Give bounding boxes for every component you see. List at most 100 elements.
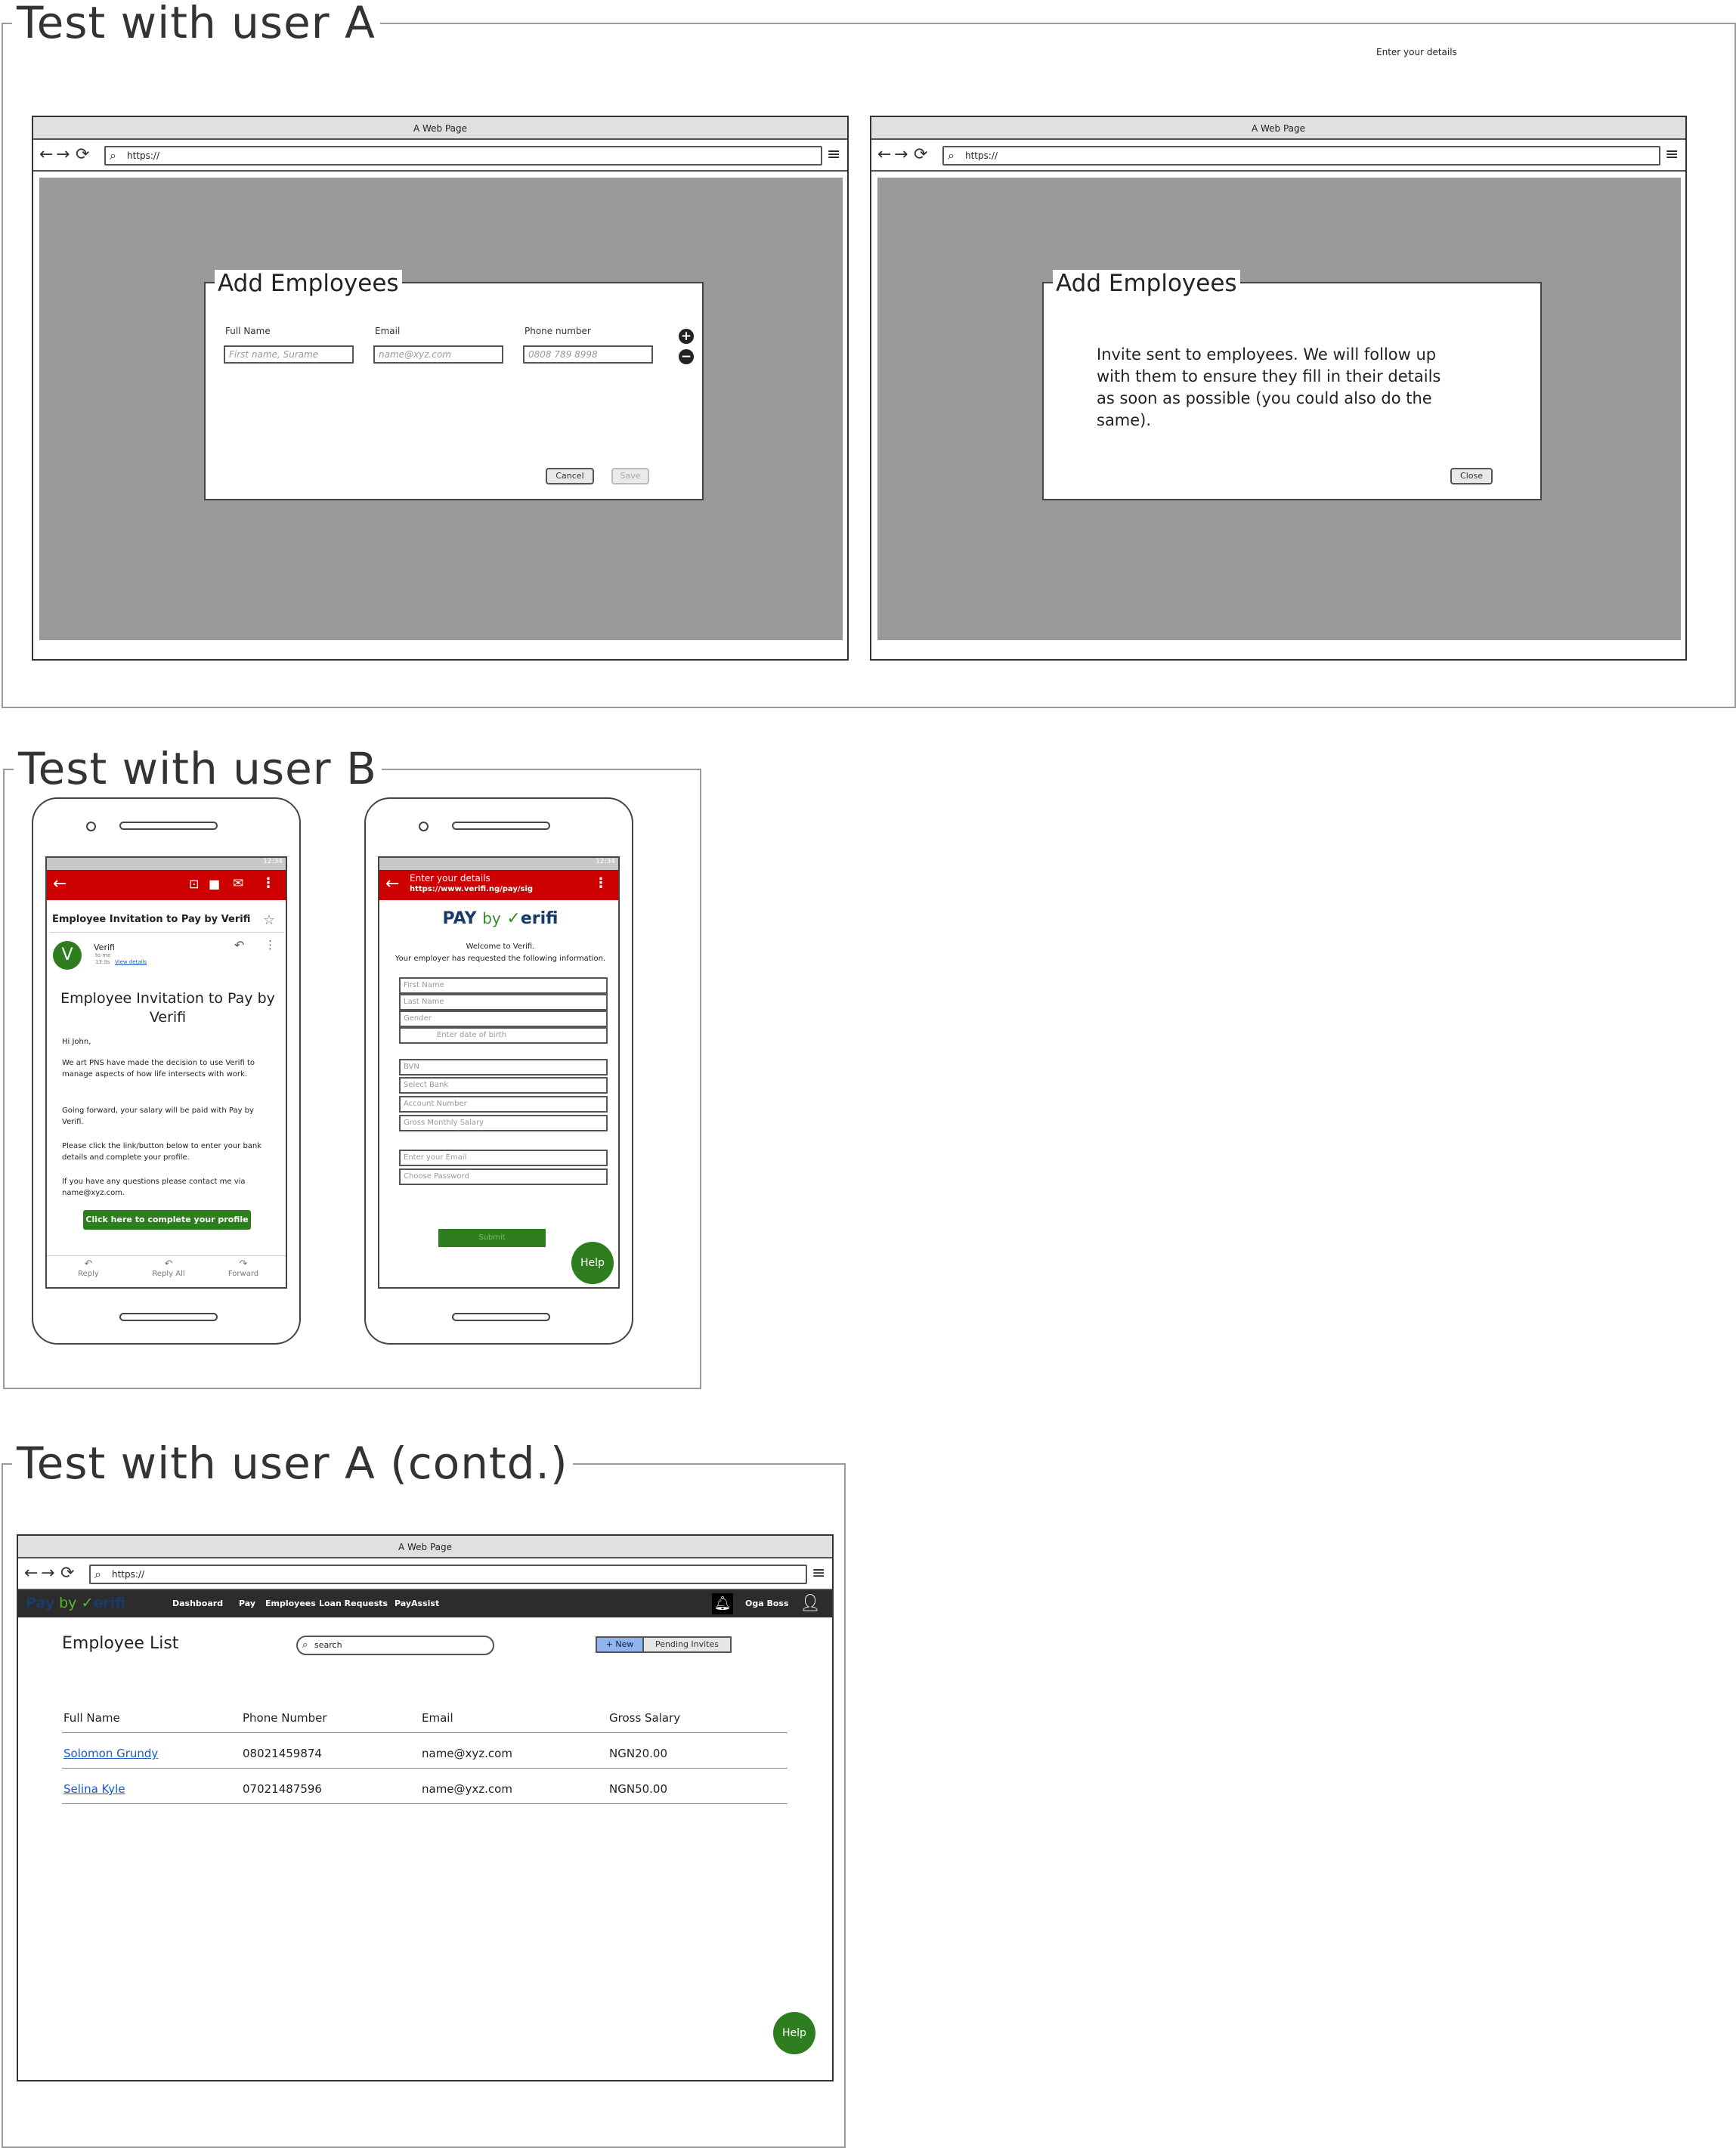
nav-employees[interactable]: Employees xyxy=(265,1599,316,1608)
more-icon[interactable]: ⋮ xyxy=(265,938,276,952)
back-icon[interactable]: ← xyxy=(53,874,67,893)
table-divider xyxy=(62,1732,788,1733)
email-greeting: Hi John, xyxy=(62,1038,91,1046)
search-icon: ⌕ xyxy=(94,1567,101,1581)
camera xyxy=(419,822,429,831)
email-subject: Employee Invitation to Pay by Verifi xyxy=(52,914,251,925)
cancel-button[interactable]: Cancel xyxy=(546,468,594,484)
user-icon[interactable]: 👤︎ xyxy=(800,1593,821,1614)
table-divider xyxy=(62,1768,788,1769)
forward-icon[interactable]: → xyxy=(894,146,908,164)
complete-profile-button[interactable]: Click here to complete your profile xyxy=(83,1210,251,1230)
employee-name-link[interactable]: Solomon Grundy xyxy=(63,1747,158,1760)
dob-input[interactable]: Enter date of birth xyxy=(399,1027,608,1044)
home-button[interactable] xyxy=(119,1313,218,1321)
browser-window-confirm: A Web Page ← → ⟳ ⌕ https:// ≡ Add Employ… xyxy=(870,116,1687,661)
phone-email: 12:34 ← ⊡ ■ ✉ ⋮ Employee Invitation to P… xyxy=(32,797,301,1345)
section-title: Test with user A (contd.) xyxy=(12,1439,573,1487)
browser-content: Add Employees Invite sent to employees. … xyxy=(877,178,1681,640)
recipient-text: to me xyxy=(95,952,111,958)
menu-icon[interactable]: ≡ xyxy=(1665,146,1679,164)
forward-action[interactable]: ↷ Forward xyxy=(221,1258,266,1278)
back-icon[interactable]: ← xyxy=(39,146,53,164)
browser-title: A Web Page xyxy=(18,1536,832,1558)
logo-verifi: erifi xyxy=(93,1595,126,1611)
first-name-input[interactable]: First Name xyxy=(399,977,608,994)
pending-invites-button[interactable]: Pending Invites xyxy=(642,1636,732,1653)
forward-icon[interactable]: → xyxy=(56,146,70,164)
url-field[interactable]: ⌕ https:// xyxy=(104,146,822,166)
status-bar: 12:34 xyxy=(47,858,286,870)
employee-email: name@xyz.com xyxy=(422,1747,512,1760)
star-icon[interactable]: ☆ xyxy=(263,912,275,928)
browser-toolbar: ← → ⟳ ⌕ https:// ≡ xyxy=(33,140,847,172)
email-toolbar: ← ⊡ ■ ✉ ⋮ xyxy=(47,870,286,900)
sent-time: 13:3s xyxy=(95,959,110,965)
back-icon[interactable]: ← xyxy=(24,1565,38,1583)
payverifi-logo: PAY by ✓erifi xyxy=(379,909,618,928)
bank-select[interactable]: Select Bank xyxy=(399,1077,608,1094)
home-button[interactable] xyxy=(452,1313,550,1321)
new-button[interactable]: + New xyxy=(596,1636,644,1653)
password-input[interactable]: Choose Password xyxy=(399,1168,608,1185)
search-input[interactable]: ⌕ search xyxy=(296,1636,494,1655)
gender-input[interactable]: Gender xyxy=(399,1011,608,1027)
menu-icon[interactable]: ≡ xyxy=(812,1565,825,1583)
request-text: Your employer has requested the followin… xyxy=(395,955,606,963)
email-paragraph: If you have any questions please contact… xyxy=(62,1178,246,1197)
email-input[interactable]: Enter your Email xyxy=(399,1150,608,1166)
avatar: V xyxy=(53,941,82,970)
more-icon[interactable]: ⋮ xyxy=(261,875,275,891)
back-icon[interactable]: ← xyxy=(877,146,891,164)
column-header-salary: Gross Salary xyxy=(609,1711,681,1725)
forward-icon[interactable]: → xyxy=(41,1565,54,1583)
last-name-input[interactable]: Last Name xyxy=(399,994,608,1011)
reload-icon[interactable]: ⟳ xyxy=(76,146,89,164)
phone-screen: 12:34 ← ⊡ ■ ✉ ⋮ Employee Invitation to P… xyxy=(45,856,287,1289)
reply-icon[interactable]: ↶ xyxy=(234,938,244,952)
delete-icon[interactable]: ■ xyxy=(209,877,220,891)
close-button[interactable]: Close xyxy=(1450,468,1493,484)
mail-icon[interactable]: ✉ xyxy=(233,876,243,891)
nav-pay[interactable]: Pay xyxy=(239,1599,255,1608)
nav-payassist[interactable]: PayAssist xyxy=(395,1599,439,1608)
archive-icon[interactable]: ⊡ xyxy=(189,877,199,891)
url-field[interactable]: ⌕ https:// xyxy=(942,146,1660,166)
full-name-input[interactable]: First name, Surame xyxy=(224,345,354,364)
user-name[interactable]: Oga Boss xyxy=(745,1599,789,1608)
employee-salary: NGN20.00 xyxy=(609,1747,668,1760)
sender-name: Verifi xyxy=(94,942,115,952)
confirmation-dialog: Add Employees Invite sent to employees. … xyxy=(1042,270,1542,500)
email-heading: Employee Invitation to Pay by Verifi xyxy=(60,990,275,1026)
reply-action[interactable]: ↶ Reply xyxy=(70,1258,107,1278)
save-button[interactable]: Save xyxy=(611,468,649,484)
welcome-text: Welcome to Verifi. xyxy=(466,942,535,951)
bvn-input[interactable]: BVN xyxy=(399,1059,608,1076)
menu-icon[interactable]: ≡ xyxy=(827,146,840,164)
app-logo[interactable]: Pay by ✓erifi xyxy=(26,1595,125,1611)
salary-input[interactable]: Gross Monthly Salary xyxy=(399,1115,608,1131)
phone-input[interactable]: 0808 789 8998 xyxy=(523,345,653,364)
reply-all-icon: ↶ xyxy=(164,1258,173,1270)
submit-button[interactable]: Submit xyxy=(438,1229,546,1247)
reload-icon[interactable]: ⟳ xyxy=(914,146,927,164)
more-icon[interactable]: ⋮ xyxy=(594,875,608,891)
remove-row-icon[interactable]: − xyxy=(679,349,694,364)
help-button[interactable]: Help xyxy=(571,1242,614,1284)
reload-icon[interactable]: ⟳ xyxy=(60,1565,74,1583)
help-button[interactable]: Help xyxy=(773,2012,815,2054)
employee-salary: NGN50.00 xyxy=(609,1782,668,1796)
nav-loan-requests[interactable]: Loan Requests xyxy=(319,1599,388,1608)
reply-all-action[interactable]: ↶ Reply All xyxy=(142,1258,195,1278)
account-number-input[interactable]: Account Number xyxy=(399,1096,608,1113)
view-details-link[interactable]: View details xyxy=(115,959,147,965)
nav-dashboard[interactable]: Dashboard xyxy=(172,1599,223,1608)
back-icon[interactable]: ← xyxy=(385,874,399,893)
logo-pay: Pay xyxy=(26,1595,55,1611)
employee-name-link[interactable]: Selina Kyle xyxy=(63,1782,125,1796)
url-field[interactable]: ⌕ https:// xyxy=(89,1565,807,1584)
bell-icon[interactable]: 🔔︎ xyxy=(712,1593,733,1614)
add-row-icon[interactable]: + xyxy=(679,329,694,344)
email-input[interactable]: name@xyz.com xyxy=(373,345,503,364)
logo-by: by xyxy=(59,1595,77,1611)
